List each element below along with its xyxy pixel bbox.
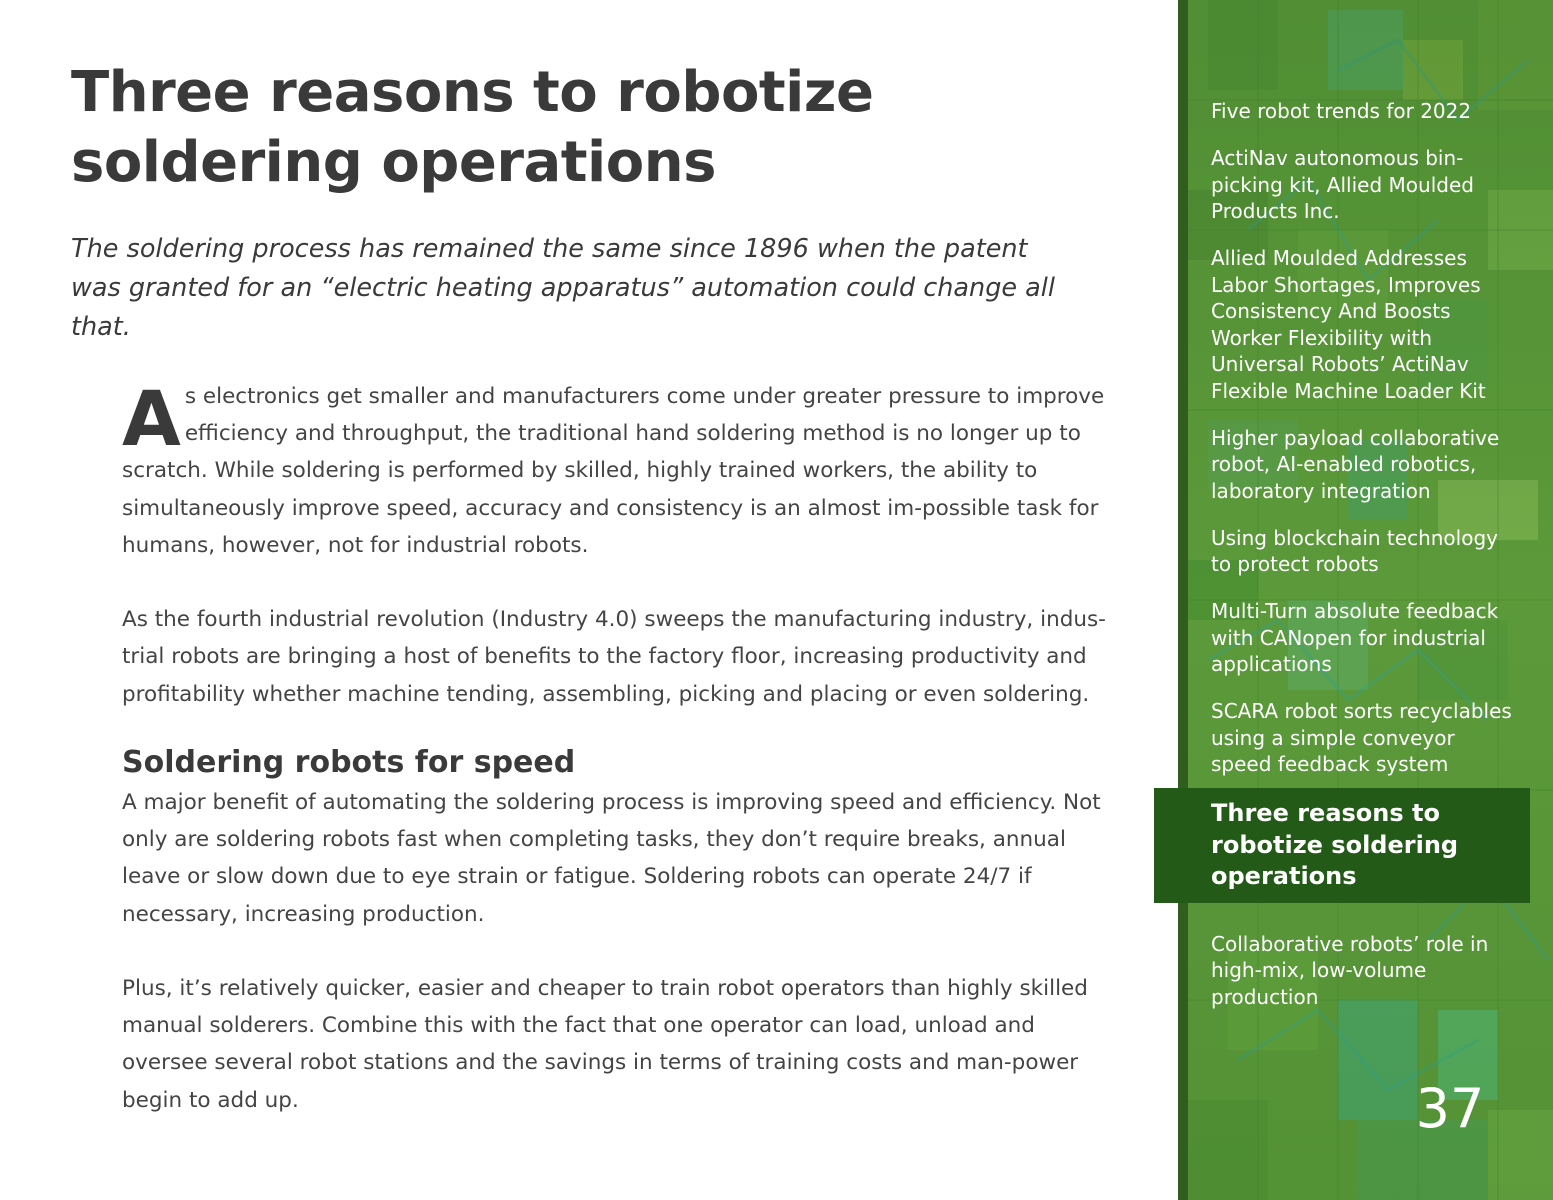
article-body: As electronics get smaller and manufactu… [122, 378, 1116, 1156]
paragraph-training: Plus, it’s relatively quicker, easier an… [122, 976, 1088, 1113]
toc-item-blockchain[interactable]: Using blockchain technology to protect r… [1211, 525, 1521, 578]
article-title-line-2: soldering operations [71, 130, 716, 195]
paragraph-industry: As the fourth industrial revolution (Ind… [122, 607, 1106, 707]
drop-cap: A [122, 374, 181, 463]
paragraph-speed: A major benefit of automating the solder… [122, 790, 1101, 927]
sidebar-edge [1178, 0, 1188, 1200]
toc-item-actinav-kit[interactable]: ActiNav autonomous bin-picking kit, Alli… [1211, 145, 1521, 225]
article-deck: The soldering process has remained the s… [71, 234, 1055, 342]
toc-item-soldering-active[interactable]: Three reasons to robotize soldering oper… [1211, 798, 1521, 893]
paragraph-intro: As electronics get smaller and manufactu… [122, 378, 1116, 564]
toc-item-collaborative-robots[interactable]: Collaborative robots’ role in high-mix, … [1211, 931, 1521, 1011]
magazine-page: Three reasons to robotize soldering oper… [0, 0, 1553, 1200]
section-heading: Soldering robots for speed [122, 745, 576, 780]
article-title-line-1: Three reasons to robotize [71, 60, 874, 125]
table-of-contents: Five robot trends for 2022 ActiNav auton… [1211, 98, 1521, 1031]
toc-item-higher-payload[interactable]: Higher payload collaborative robot, AI-e… [1211, 425, 1521, 505]
toc-item-multi-turn[interactable]: Multi-Turn absolute feedback with CANope… [1211, 598, 1521, 678]
article-title: Three reasons to robotize soldering oper… [71, 58, 1151, 198]
paragraph-intro-text: s electronics get smaller and manufactur… [122, 384, 1105, 558]
page-number: 37 [1415, 1077, 1485, 1140]
toc-item-allied-moulded[interactable]: Allied Moulded Addresses Labor Shortages… [1211, 245, 1521, 404]
toc-item-robot-trends[interactable]: Five robot trends for 2022 [1211, 98, 1521, 125]
toc-item-scara-robot[interactable]: SCARA robot sorts recyclables using a si… [1211, 698, 1521, 778]
